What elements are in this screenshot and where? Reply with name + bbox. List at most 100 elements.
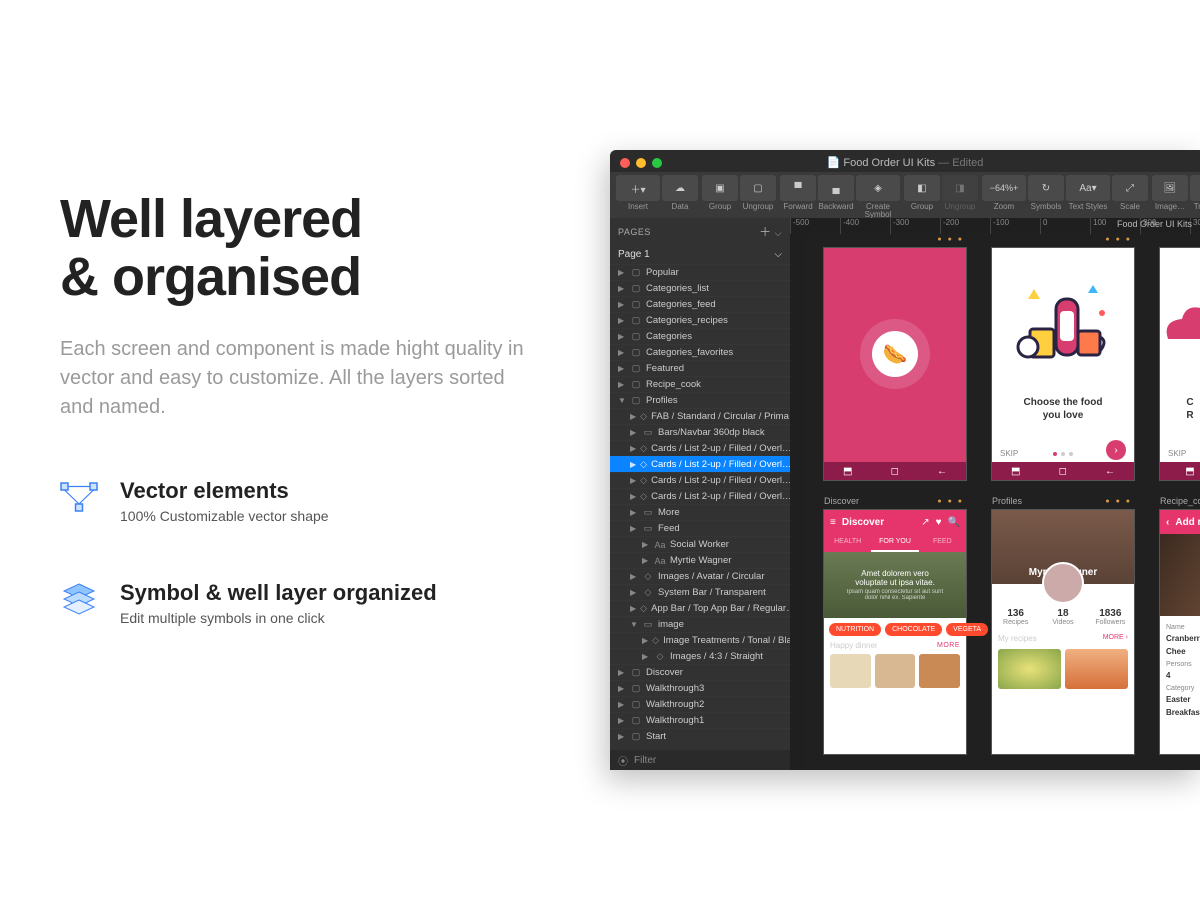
zoom-icon[interactable]: [652, 158, 662, 168]
promo-headline: Well layered & organised: [60, 190, 580, 307]
layer-row[interactable]: ▶▢Recipe_cook: [610, 376, 790, 392]
vector-nodes-icon: [60, 478, 98, 516]
design-app-window: 📄 Food Order UI Kits — Edited ＋▾Insert ☁…: [610, 150, 1200, 770]
ungroup-button[interactable]: ▢: [740, 175, 776, 201]
minimize-icon[interactable]: [636, 158, 646, 168]
skip-button[interactable]: SKIP: [1000, 449, 1018, 458]
layer-row[interactable]: ▶◇Cards / List 2-up / Filled / Overl…: [610, 472, 790, 488]
chip[interactable]: NUTRITION: [829, 623, 881, 636]
close-icon[interactable]: [620, 158, 630, 168]
layer-row[interactable]: ▶◇FAB / Standard / Circular / Prima…: [610, 408, 790, 424]
artboard-walkthrough1[interactable]: ● ● ● Choose the foodyou love SKIP › ⬒◻←: [992, 248, 1134, 480]
symbols-button[interactable]: ↻: [1028, 175, 1064, 201]
text-styles-button[interactable]: Aa▾: [1066, 175, 1110, 201]
pages-chevron-icon[interactable]: ⌵: [775, 228, 782, 238]
layer-row[interactable]: ▶▭Feed: [610, 520, 790, 536]
layer-row[interactable]: ▶AaMyrtie Wagner: [610, 552, 790, 568]
profile-stats: 136Recipes 18Videos 1836Followers: [992, 608, 1134, 626]
layer-row[interactable]: ▶▢Popular: [610, 264, 790, 280]
scale-button[interactable]: ⤢: [1112, 175, 1148, 201]
cloud-illustration-icon: [1160, 274, 1200, 384]
layer-row[interactable]: ▶▢Walkthrough1: [610, 712, 790, 728]
layer-row[interactable]: ▶▢Categories_recipes: [610, 312, 790, 328]
profile-cover: Myrtie Wagner: [992, 510, 1134, 584]
data-button[interactable]: ☁: [662, 175, 698, 201]
layer-row[interactable]: ▶▢Categories_feed: [610, 296, 790, 312]
insert-button[interactable]: ＋▾: [616, 175, 660, 201]
group-button[interactable]: ▣: [702, 175, 738, 201]
layer-row[interactable]: ▶◇System Bar / Transparent: [610, 584, 790, 600]
feature-vector: Vector elements 100% Customizable vector…: [60, 478, 580, 524]
layer-row[interactable]: ▼▭image: [610, 616, 790, 632]
layer-row[interactable]: ▶◇Cards / List 2-up / Filled / Overl…: [610, 456, 790, 472]
toolbar: ＋▾Insert ☁Data ▣Group ▢Ungroup ▀Forward …: [610, 172, 1200, 218]
filter-input[interactable]: ⦿ Filter: [610, 750, 790, 770]
feature-symbols: Symbol & well layer organized Edit multi…: [60, 580, 580, 626]
layer-row[interactable]: ▶◇Cards / List 2-up / Filled / Overl…: [610, 440, 790, 456]
ungroup2-button[interactable]: ◨: [942, 175, 978, 201]
more-link[interactable]: MORE: [937, 642, 960, 649]
android-navbar: ⬒: [1160, 462, 1200, 480]
artboard-walkthrough2[interactable]: CR SKIP ⬒: [1160, 248, 1200, 480]
layer-row[interactable]: ▶◇Images / 4:3 / Straight: [610, 648, 790, 664]
hero-card[interactable]: Amet dolorem vero voluptate ut ipsa vita…: [824, 552, 966, 618]
next-fab[interactable]: ›: [1106, 440, 1126, 460]
avatar[interactable]: [1042, 562, 1084, 604]
layer-row[interactable]: ▶▢Featured: [610, 360, 790, 376]
search-icon[interactable]: 🔍: [948, 517, 960, 528]
tab-for-you[interactable]: FOR YOU: [871, 534, 918, 552]
artboard-handles-icon: ● ● ●: [937, 498, 964, 505]
walkthrough-caption: CR: [1160, 396, 1200, 422]
heart-icon[interactable]: ♥: [936, 517, 942, 528]
chip[interactable]: VEGETA: [946, 623, 988, 636]
layer-row[interactable]: ▶▢Start: [610, 728, 790, 744]
tag-chips: NUTRITION CHOCOLATE VEGETA: [824, 618, 966, 641]
layer-row[interactable]: ▶◇App Bar / Top App Bar / Regular…: [610, 600, 790, 616]
layer-row[interactable]: ▶◇Images / Avatar / Circular: [610, 568, 790, 584]
layer-row[interactable]: ▶AaSocial Worker: [610, 536, 790, 552]
share-icon[interactable]: ↗: [921, 517, 929, 528]
layer-row[interactable]: ▶▢Walkthrough2: [610, 696, 790, 712]
layer-row[interactable]: ▶▢Categories: [610, 328, 790, 344]
layer-row[interactable]: ▶▢Walkthrough3: [610, 680, 790, 696]
promo-panel: Well layered & organised Each screen and…: [60, 190, 580, 626]
zoom-control[interactable]: − 64% +: [982, 175, 1026, 201]
artboard-start[interactable]: ● ● ● 🌭 ⬒◻←: [824, 248, 966, 480]
page-selector[interactable]: Page 1⌵: [610, 245, 790, 264]
feature-title: Symbol & well layer organized: [120, 580, 437, 606]
add-page-button[interactable]: ＋: [759, 225, 772, 239]
create-symbol-button[interactable]: ◈: [856, 175, 900, 201]
tab-feed[interactable]: FEED: [919, 534, 966, 552]
chip[interactable]: CHOCOLATE: [885, 623, 942, 636]
artboard-handles-icon: ● ● ●: [1105, 236, 1132, 243]
layer-row[interactable]: ▶▢Categories_list: [610, 280, 790, 296]
tab-bar[interactable]: HEALTH FOR YOU FEED: [824, 534, 966, 552]
window-traffic-lights[interactable]: [620, 158, 662, 168]
artboard-recipe-cook[interactable]: ‹Add re NameCranberry Chee Persons4 Cate…: [1160, 510, 1200, 754]
page-dots: [1053, 452, 1073, 456]
layer-row[interactable]: ▼▢Profiles: [610, 392, 790, 408]
backward-button[interactable]: ▄: [818, 175, 854, 201]
promo-lead: Each screen and component is made hight …: [60, 335, 540, 422]
layer-row[interactable]: ▶◇Cards / List 2-up / Filled / Overl…: [610, 488, 790, 504]
tab-health[interactable]: HEALTH: [824, 534, 871, 552]
layer-row[interactable]: ▶◇Image Treatments / Tonal / Bla…: [610, 632, 790, 648]
image-button[interactable]: 🖼: [1152, 175, 1188, 201]
more-link[interactable]: MORE ›: [1103, 634, 1128, 643]
layer-row[interactable]: ▶▢Discover: [610, 664, 790, 680]
back-icon[interactable]: ‹: [1166, 517, 1169, 528]
forward-button[interactable]: ▀: [780, 175, 816, 201]
canvas[interactable]: ● ● ● 🌭 ⬒◻← ● ● ● Choose the foodyou lov…: [806, 234, 1200, 770]
layer-row[interactable]: ▶▭More: [610, 504, 790, 520]
menu-icon[interactable]: ≡: [830, 517, 836, 528]
group2-button[interactable]: ◧: [904, 175, 940, 201]
artboard-profiles[interactable]: ● ● ● Myrtie Wagner 136Recipes 18Videos …: [992, 510, 1134, 754]
triangle-button[interactable]: △: [1190, 175, 1200, 201]
layers-stack-icon: [60, 580, 98, 618]
artboard-discover[interactable]: ● ● ● ≡ Discover ↗ ♥ 🔍 HEALTH FOR YOU FE…: [824, 510, 966, 754]
artboard-label: Profiles: [992, 496, 1022, 506]
layer-row[interactable]: ▶▭Bars/Navbar 360dp black: [610, 424, 790, 440]
skip-button[interactable]: SKIP: [1168, 449, 1186, 458]
layer-row[interactable]: ▶▢Categories_favorites: [610, 344, 790, 360]
food-drink-illustration-icon: [992, 274, 1134, 384]
